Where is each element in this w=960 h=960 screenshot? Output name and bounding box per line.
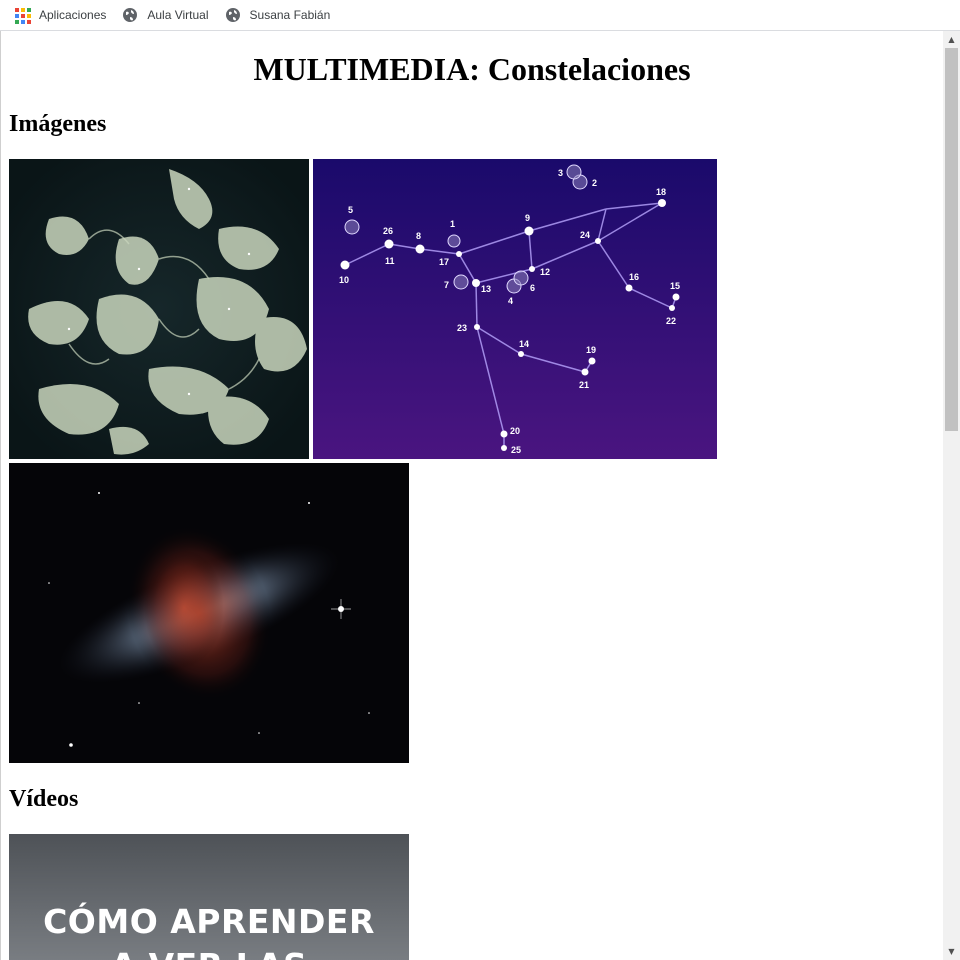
scroll-down-arrow-icon[interactable]: ▼ [943, 943, 960, 960]
constellation-star-label: 11 [385, 256, 395, 266]
constellation-star [453, 274, 469, 290]
video-title-line2: A VER LAS [9, 944, 409, 960]
bookmark-aula-virtual[interactable]: Aula Virtual [122, 7, 209, 23]
scrollbar-thumb[interactable] [945, 48, 958, 431]
bookmark-apps[interactable]: Aplicaciones [14, 7, 107, 24]
constellation-star [595, 238, 601, 244]
apps-grid-icon [14, 7, 31, 24]
constellation-star-label: 13 [481, 284, 491, 294]
constellation-star [625, 284, 633, 292]
scroll-up-arrow-icon[interactable]: ▲ [943, 31, 960, 48]
video-thumbnail-text: CÓMO APRENDER A VER LAS [9, 900, 409, 960]
constellation-star [581, 368, 589, 376]
constellation-star [529, 266, 535, 272]
constellation-star [474, 324, 480, 330]
video-player[interactable]: CÓMO APRENDER A VER LAS [9, 834, 409, 960]
constellation-star-label: 17 [439, 257, 449, 267]
constellation-star-label: 10 [339, 275, 349, 285]
constellation-line [475, 282, 478, 328]
bookmark-label: Aula Virtual [147, 8, 209, 22]
constellation-star-label: 12 [540, 267, 550, 277]
bookmark-label: Aplicaciones [39, 8, 107, 22]
constellation-star-label: 2 [592, 178, 597, 188]
constellation-star [513, 270, 529, 286]
constellation-star-label: 7 [444, 280, 449, 290]
constellation-star-label: 8 [416, 231, 421, 241]
constellation-star-label: 6 [530, 283, 535, 293]
constellation-star [344, 219, 360, 235]
page-viewport: MULTIMEDIA: Constelaciones Imágenes 1 2 … [0, 31, 943, 960]
page-title: MULTIMEDIA: Constelaciones [253, 51, 691, 87]
constellation-star [456, 251, 462, 257]
constellation-star [658, 199, 666, 207]
bookmarks-bar: Aplicaciones Aula Virtual Susana Fabián [0, 0, 960, 31]
constellation-star [472, 279, 480, 287]
constellation-star [340, 260, 350, 270]
constellation-star-label: 22 [666, 316, 676, 326]
vertical-scrollbar[interactable]: ▲ ▼ [943, 31, 960, 960]
constellation-star-label: 9 [525, 213, 530, 223]
constellation-star-label: 25 [511, 445, 521, 455]
constellation-star-label: 16 [629, 272, 639, 282]
constellation-star [588, 357, 596, 365]
constellation-star [524, 226, 534, 236]
constellation-star [669, 305, 675, 311]
constellation-star-label: 24 [580, 230, 590, 240]
constellation-star [384, 239, 394, 249]
constellation-star-label: 21 [579, 380, 589, 390]
images-heading: Imágenes [9, 111, 107, 137]
constellation-atlas-image [9, 159, 309, 459]
constellation-star-label: 19 [586, 345, 596, 355]
constellation-star-label: 5 [348, 205, 353, 215]
constellation-star [500, 430, 508, 438]
constellation-star [501, 445, 507, 451]
constellation-star [566, 164, 582, 180]
bookmark-susana-fabian[interactable]: Susana Fabián [225, 7, 331, 23]
constellation-star [415, 244, 425, 254]
constellation-star-label: 23 [457, 323, 467, 333]
constellation-star-label: 14 [519, 339, 529, 349]
galaxy-image [9, 463, 409, 763]
constellation-star [518, 351, 524, 357]
video-title-line1: CÓMO APRENDER [43, 902, 375, 941]
constellation-star-label: 3 [558, 168, 563, 178]
constellation-diagram-image: 1 2 3 4 5 6 7 8 9 10 11 12 13 14 15 16 17 18 19 20 21 22 23 24 2… [313, 159, 717, 459]
constellation-star [447, 234, 461, 248]
bookmark-label: Susana Fabián [249, 8, 331, 22]
constellation-star-label: 1 [450, 219, 455, 229]
constellation-star-label: 26 [383, 226, 393, 236]
constellation-star-label: 4 [508, 296, 513, 306]
globe-icon [123, 8, 138, 22]
constellation-star-label: 18 [656, 187, 666, 197]
constellation-star [672, 293, 680, 301]
constellation-star-label: 20 [510, 426, 520, 436]
videos-heading: Vídeos [9, 786, 79, 812]
globe-icon [225, 8, 240, 22]
constellation-star-label: 15 [670, 281, 680, 291]
